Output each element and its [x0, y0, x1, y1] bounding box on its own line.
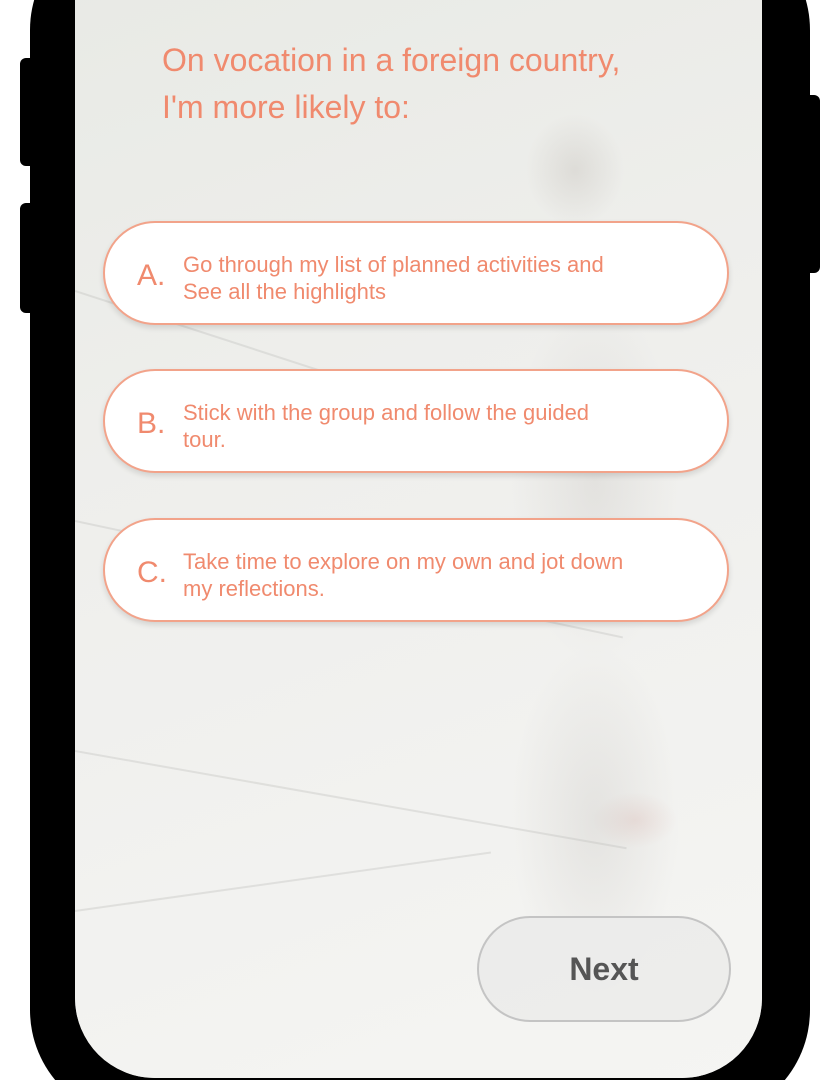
option-letter: C. [137, 556, 167, 589]
option-b-button[interactable]: B. Stick with the group and follow the g… [103, 369, 729, 473]
option-text: Go through my list of planned activities… [183, 251, 703, 305]
option-a-button[interactable]: A. Go through my list of planned activit… [103, 221, 729, 325]
option-letter: A. [137, 259, 166, 292]
question-title: On vocation in a foreign country, I'm mo… [162, 37, 722, 131]
option-text-line: See all the highlights [183, 279, 387, 304]
phone-screen: On vocation in a foreign country, I'm mo… [75, 0, 762, 1078]
option-letter: B. [137, 407, 166, 440]
option-text-line: Take time to explore on my own and jot d… [183, 549, 624, 574]
option-text: Stick with the group and follow the guid… [183, 399, 703, 453]
option-text-line: Stick with the group and follow the guid… [183, 400, 590, 425]
option-c-button[interactable]: C. Take time to explore on my own and jo… [103, 518, 729, 622]
next-button[interactable]: Next [477, 916, 731, 1022]
option-text-line: Go through my list of planned activities… [183, 252, 604, 277]
question-line-2: I'm more likely to: [162, 89, 410, 125]
option-text-line: my reflections. [183, 576, 325, 601]
question-line-1: On vocation in a foreign country, [162, 42, 621, 78]
option-text-line: tour. [183, 427, 226, 452]
option-text: Take time to explore on my own and jot d… [183, 548, 703, 602]
